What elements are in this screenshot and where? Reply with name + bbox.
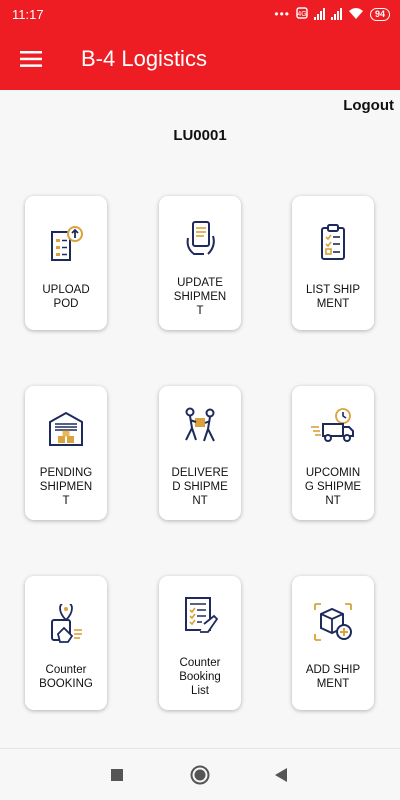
booking-list-icon [185, 597, 219, 633]
pending-shipment-tile[interactable]: PENDING SHIPMEN T [25, 386, 107, 520]
recent-apps-button[interactable] [106, 764, 128, 786]
menu-icon [20, 51, 42, 67]
tile-label: UPLOAD POD [42, 284, 90, 310]
counter-booking-icon [51, 604, 82, 643]
counter-booking-tile[interactable]: Counter BOOKING [25, 576, 107, 710]
wifi-icon [348, 7, 364, 22]
delivered-shipment-tile[interactable]: DELIVERE D SHIPME NT [159, 386, 241, 520]
delivery-people-icon [185, 407, 215, 442]
hand-tablet-icon [186, 221, 215, 255]
app-title: B-4 Logistics [81, 46, 207, 71]
triangle-back-icon [275, 768, 287, 782]
upcoming-shipment-tile[interactable]: UPCOMIN G SHIPME NT [292, 386, 374, 520]
svg-text:4G: 4G [297, 11, 306, 18]
back-button[interactable] [270, 764, 292, 786]
list-shipment-tile[interactable]: LIST SHIP MENT [292, 196, 374, 330]
status-bar: 11:17 ••• 4G 94 [0, 0, 400, 28]
battery-icon: 94 [369, 7, 390, 21]
user-code: LU0001 [173, 127, 227, 144]
square-icon [111, 769, 123, 781]
status-time: 11:17 [12, 6, 44, 22]
tile-label: Counter Booking List [179, 657, 221, 697]
volte-icon: 4G [296, 6, 308, 22]
tile-label: Counter BOOKING [39, 664, 93, 690]
hamburger-menu-button[interactable] [11, 39, 51, 79]
upload-pod-tile[interactable]: UPLOAD POD [25, 196, 107, 330]
warehouse-icon [49, 411, 83, 446]
tile-label: ADD SHIP MENT [305, 664, 361, 690]
add-shipment-tile[interactable]: ADD SHIP MENT [292, 576, 374, 710]
circle-icon [190, 765, 210, 785]
notification-dots-icon: ••• [274, 7, 290, 21]
tile-label: UPDATE SHIPMEN T [173, 277, 227, 317]
status-icons: ••• 4G 94 [274, 6, 390, 22]
clipboard-list-icon [321, 224, 345, 260]
counter-booking-list-tile[interactable]: Counter Booking List [159, 576, 241, 710]
system-nav-bar [0, 748, 400, 800]
update-shipment-tile[interactable]: UPDATE SHIPMEN T [159, 196, 241, 330]
tile-label: DELIVERE D SHIPME NT [171, 467, 229, 507]
logout-link[interactable]: Logout [343, 97, 394, 114]
tile-label: LIST SHIP MENT [305, 284, 361, 310]
home-button[interactable] [189, 764, 211, 786]
tile-label: PENDING SHIPMEN T [39, 467, 93, 507]
upload-document-icon [51, 226, 83, 261]
tile-label: UPCOMIN G SHIPME NT [304, 467, 362, 507]
app-bar: B-4 Logistics [0, 28, 400, 90]
add-box-icon [314, 603, 352, 641]
fast-truck-icon [311, 408, 354, 442]
signal-icon [313, 8, 325, 20]
signal-icon-2 [330, 8, 342, 20]
